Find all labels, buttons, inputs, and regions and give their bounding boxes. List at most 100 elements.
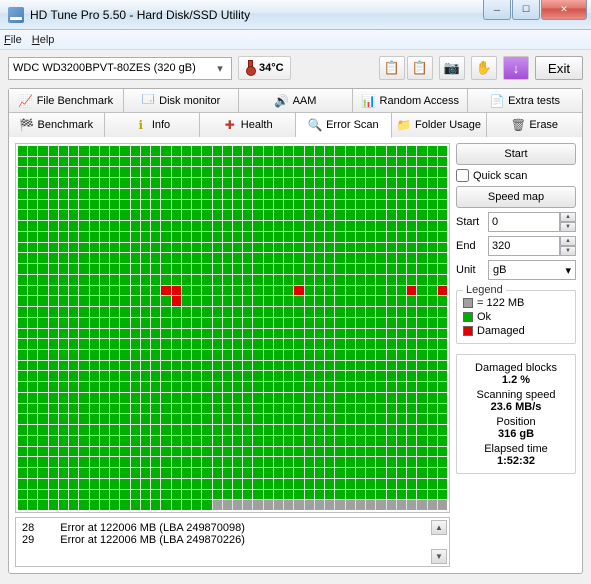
error-list-scrollbar[interactable]: ▲▼ [431, 520, 447, 564]
scan-cell [141, 200, 150, 210]
menu-file[interactable]: File [4, 34, 22, 46]
tab-extra-tests[interactable]: 📄Extra tests [468, 89, 582, 112]
scan-cell [131, 404, 140, 414]
save-button[interactable]: ↓ [503, 56, 529, 80]
scan-cell [243, 243, 252, 253]
spin-up-icon[interactable]: ▲ [560, 212, 576, 222]
scan-cell [397, 178, 406, 188]
scan-cell [38, 286, 47, 296]
scan-cell [356, 393, 365, 403]
scan-cell [192, 286, 201, 296]
scan-cell [110, 457, 119, 467]
scan-cell [28, 329, 37, 339]
scan-cell [100, 157, 109, 167]
spin-up-icon[interactable]: ▲ [560, 236, 576, 246]
scan-cell [69, 210, 78, 220]
scan-cell [407, 253, 416, 263]
scan-cell [376, 157, 385, 167]
start-spinbox[interactable]: ▲▼ [488, 212, 576, 232]
tab-info[interactable]: ℹInfo [105, 113, 201, 137]
scan-cell [325, 361, 334, 371]
scan-cell [182, 253, 191, 263]
scan-cell [18, 350, 27, 360]
menu-help[interactable]: Help [32, 34, 55, 46]
tab-folder-usage[interactable]: 📁Folder Usage [392, 113, 488, 137]
options-button[interactable]: ✋ [471, 56, 497, 80]
scan-cell [305, 157, 314, 167]
scan-cell [346, 436, 355, 446]
tab-aam[interactable]: 🔊AAM [239, 89, 354, 112]
scan-cell [223, 329, 232, 339]
spin-down-icon[interactable]: ▼ [560, 246, 576, 256]
tab-error-scan[interactable]: 🔍Error Scan [296, 113, 392, 138]
scan-grid [18, 146, 447, 510]
scan-cell [90, 275, 99, 285]
start-input[interactable] [488, 212, 560, 232]
scan-cell [274, 307, 283, 317]
copy-info-button[interactable]: 📋 [379, 56, 405, 80]
scan-cell [387, 178, 396, 188]
scan-cell [192, 393, 201, 403]
drive-select[interactable]: WDC WD3200BPVT-80ZES (320 gB) ▾ [8, 57, 232, 80]
quick-scan-checkbox[interactable] [456, 169, 469, 182]
scan-cell [233, 189, 242, 199]
scan-cell [387, 253, 396, 263]
scan-cell [120, 447, 129, 457]
end-input[interactable] [488, 236, 560, 256]
scan-cell [376, 479, 385, 489]
tab-benchmark[interactable]: 🏁Benchmark [9, 113, 105, 137]
screenshot-button[interactable]: 📷 [439, 56, 465, 80]
tab-file-benchmark[interactable]: 📈File Benchmark [9, 89, 124, 112]
maximize-button[interactable]: ☐ [512, 0, 540, 20]
scroll-up-icon[interactable]: ▲ [431, 520, 447, 535]
scan-cell [110, 146, 119, 156]
speed-map-button[interactable]: Speed map [456, 186, 576, 208]
scan-cell [69, 296, 78, 306]
start-button[interactable]: Start [456, 143, 576, 165]
scan-cell [192, 221, 201, 231]
scan-cell [284, 167, 293, 177]
scan-cell [59, 221, 68, 231]
tab-random-access[interactable]: 📊Random Access [353, 89, 468, 112]
scan-cell [335, 167, 344, 177]
tab-erase[interactable]: 🗑Erase [487, 113, 582, 137]
spin-down-icon[interactable]: ▼ [560, 222, 576, 232]
scan-cell [356, 447, 365, 457]
error-row: 28Error at 122006 MB (LBA 249870098) [22, 522, 443, 534]
copy-screenshot-button[interactable]: 📋 [407, 56, 433, 80]
close-button[interactable]: ✕ [541, 0, 587, 20]
scan-cell [243, 329, 252, 339]
scan-cell [397, 307, 406, 317]
minimize-button[interactable]: ─ [483, 0, 511, 20]
scan-cell [161, 447, 170, 457]
scan-cell [120, 436, 129, 446]
legend-damaged-icon [463, 326, 473, 336]
scan-cell [172, 479, 181, 489]
scan-cell [131, 414, 140, 424]
end-spinbox[interactable]: ▲▼ [488, 236, 576, 256]
unit-select[interactable]: gB ▾ [488, 260, 576, 280]
scan-cell [346, 178, 355, 188]
scan-cell [18, 307, 27, 317]
scan-cell [233, 479, 242, 489]
scroll-down-icon[interactable]: ▼ [431, 549, 447, 564]
scan-cell [294, 243, 303, 253]
scan-cell [428, 296, 437, 306]
tab-health[interactable]: ✚Health [200, 113, 296, 137]
scan-cell [315, 436, 324, 446]
scan-cell [38, 307, 47, 317]
scan-cell [18, 329, 27, 339]
scan-cell [213, 243, 222, 253]
scan-cell [284, 146, 293, 156]
scan-cell [120, 382, 129, 392]
scan-cell [100, 243, 109, 253]
scan-cell [18, 146, 27, 156]
scan-cell [223, 339, 232, 349]
scan-cell [38, 146, 47, 156]
scan-cell [264, 339, 273, 349]
scan-cell [100, 275, 109, 285]
exit-button[interactable]: Exit [535, 56, 583, 80]
scan-cell [417, 178, 426, 188]
tab-disk-monitor[interactable]: 🗔Disk monitor [124, 89, 239, 112]
scan-cell [233, 468, 242, 478]
